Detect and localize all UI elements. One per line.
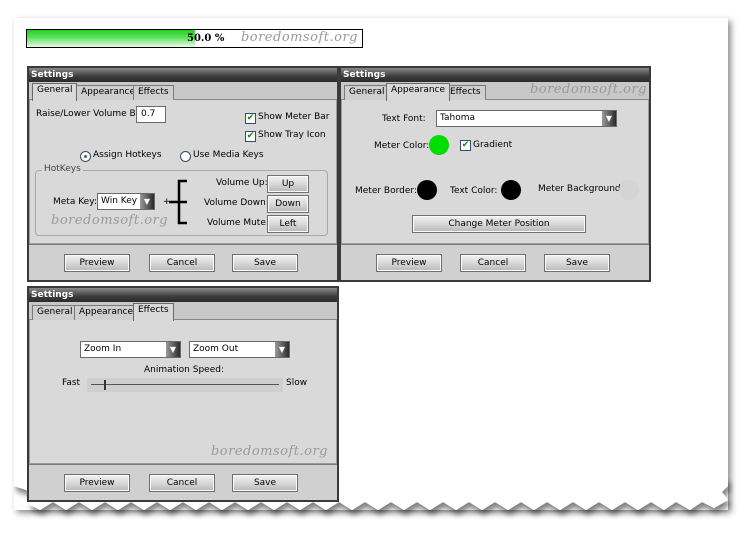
chevron-down-icon: ▼ (602, 111, 616, 126)
settings-window-appearance: Settings General Appearance Effects bore… (339, 66, 651, 282)
volume-down-label: Volume Down: (204, 198, 269, 208)
volume-step-input[interactable]: 0.7 (136, 106, 166, 123)
show-effect-value: Zoom In (84, 344, 122, 354)
hotkeys-group-label: HotKeys (42, 164, 83, 174)
assign-hotkeys-label: Assign Hotkeys (93, 150, 162, 160)
assign-hotkeys-radio[interactable] (80, 151, 91, 162)
meter-border-swatch[interactable] (417, 180, 437, 200)
tab-bar: General Appearance Effects (29, 82, 337, 101)
save-button[interactable]: Save (544, 254, 610, 272)
meter-fill (27, 30, 195, 47)
show-tray-icon-checkbox[interactable]: ✔ (245, 131, 256, 142)
bracket-icon (169, 179, 187, 225)
watermark: boredomsoft.org (240, 30, 358, 45)
tab-content-appearance: Text Font: Tahoma ▼ Meter Color: ✔ Gradi… (341, 100, 649, 244)
meter-background-swatch[interactable] (619, 180, 639, 200)
cancel-button[interactable]: Cancel (149, 254, 215, 272)
speed-fast-label: Fast (62, 378, 81, 388)
save-button[interactable]: Save (232, 474, 298, 492)
meter-color-swatch[interactable] (429, 135, 449, 155)
tab-general[interactable]: General (32, 305, 78, 320)
tab-general[interactable]: General (344, 85, 390, 100)
save-button[interactable]: Save (232, 254, 298, 272)
window-title: Settings (341, 68, 649, 82)
gradient-label: Gradient (473, 140, 513, 150)
volume-up-label: Volume Up: (216, 178, 268, 188)
show-meter-bar-checkbox[interactable]: ✔ (245, 113, 256, 124)
show-meter-bar-label: Show Meter Bar (258, 112, 330, 122)
chevron-down-icon: ▼ (275, 342, 289, 357)
meter-background-label: Meter Background: (538, 184, 624, 194)
tab-effects[interactable]: Effects (133, 303, 174, 321)
watermark: boredomsoft.org (529, 82, 647, 97)
text-font-value: Tahoma (440, 113, 476, 123)
cancel-button[interactable]: Cancel (460, 254, 526, 272)
window-title: Settings (29, 288, 337, 302)
tab-bar: General Appearance Effects (29, 302, 337, 321)
settings-window-general: Settings General Appearance Effects Rais… (27, 66, 339, 282)
tab-general[interactable]: General (32, 83, 78, 101)
text-font-label: Text Font: (382, 114, 426, 124)
tab-appearance[interactable]: Appearance (74, 305, 139, 320)
chevron-down-icon: ▼ (166, 342, 180, 357)
preview-button[interactable]: Preview (376, 254, 442, 272)
meter-color-label: Meter Color: (374, 141, 430, 151)
volume-step-label: Raise/Lower Volume By: (36, 109, 144, 119)
hotkeys-group: HotKeys Meta Key: Win Key ▼ + Volume Up:… (35, 164, 328, 236)
animation-speed-slider[interactable] (87, 378, 283, 392)
volume-up-key-button[interactable]: Up (267, 175, 309, 193)
tab-effects[interactable]: Effects (445, 85, 486, 100)
cancel-button[interactable]: Cancel (149, 474, 215, 492)
preview-button[interactable]: Preview (64, 474, 130, 492)
text-color-label: Text Color: (450, 186, 498, 196)
preview-button[interactable]: Preview (64, 254, 130, 272)
show-effect-select[interactable]: Zoom In ▼ (80, 341, 181, 358)
animation-speed-label: Animation Speed: (144, 365, 224, 375)
dialog-footer: Preview Cancel Save (29, 464, 337, 500)
tab-effects[interactable]: Effects (133, 85, 174, 100)
dialog-footer: Preview Cancel Save (341, 244, 649, 280)
tab-content-general: Raise/Lower Volume By: 0.7 ✔ Show Meter … (29, 100, 337, 244)
volume-down-key-button[interactable]: Down (267, 195, 309, 213)
chevron-down-icon: ▼ (140, 194, 154, 209)
gradient-checkbox[interactable]: ✔ (460, 140, 471, 151)
dialog-footer: Preview Cancel Save (29, 244, 337, 280)
hide-effect-value: Zoom Out (193, 344, 239, 354)
speed-slow-label: Slow (286, 378, 308, 388)
tab-appearance[interactable]: Appearance (76, 85, 141, 100)
change-meter-position-button[interactable]: Change Meter Position (412, 215, 586, 233)
use-media-keys-label: Use Media Keys (193, 150, 264, 160)
tab-bar: General Appearance Effects boredomsoft.o… (341, 82, 649, 101)
watermark: boredomsoft.org (210, 444, 328, 459)
text-font-select[interactable]: Tahoma ▼ (436, 110, 617, 127)
use-media-keys-radio[interactable] (180, 151, 191, 162)
slider-track-line (91, 384, 279, 385)
volume-meter-bar: 50.0 % boredomsoft.org (26, 29, 363, 48)
hide-effect-select[interactable]: Zoom Out ▼ (189, 341, 290, 358)
meta-key-value: Win Key (101, 196, 138, 206)
tab-content-effects: Zoom In ▼ Zoom Out ▼ Animation Speed: Fa… (29, 320, 337, 464)
window-title: Settings (29, 68, 337, 82)
slider-thumb[interactable] (104, 380, 107, 390)
meter-percent-text: 50.0 % (187, 33, 225, 44)
settings-window-effects: Settings General Appearance Effects Zoom… (27, 286, 339, 502)
volume-mute-key-button[interactable]: Left (267, 215, 309, 233)
meta-key-select[interactable]: Win Key ▼ (97, 193, 155, 210)
meter-border-label: Meter Border: (355, 186, 417, 196)
watermark: boredomsoft.org (51, 213, 169, 228)
text-color-swatch[interactable] (501, 180, 521, 200)
volume-mute-label: Volume Mute: (207, 218, 269, 228)
meta-key-label: Meta Key: (53, 197, 97, 207)
tab-appearance[interactable]: Appearance (386, 83, 451, 101)
show-tray-icon-label: Show Tray Icon (258, 130, 326, 140)
